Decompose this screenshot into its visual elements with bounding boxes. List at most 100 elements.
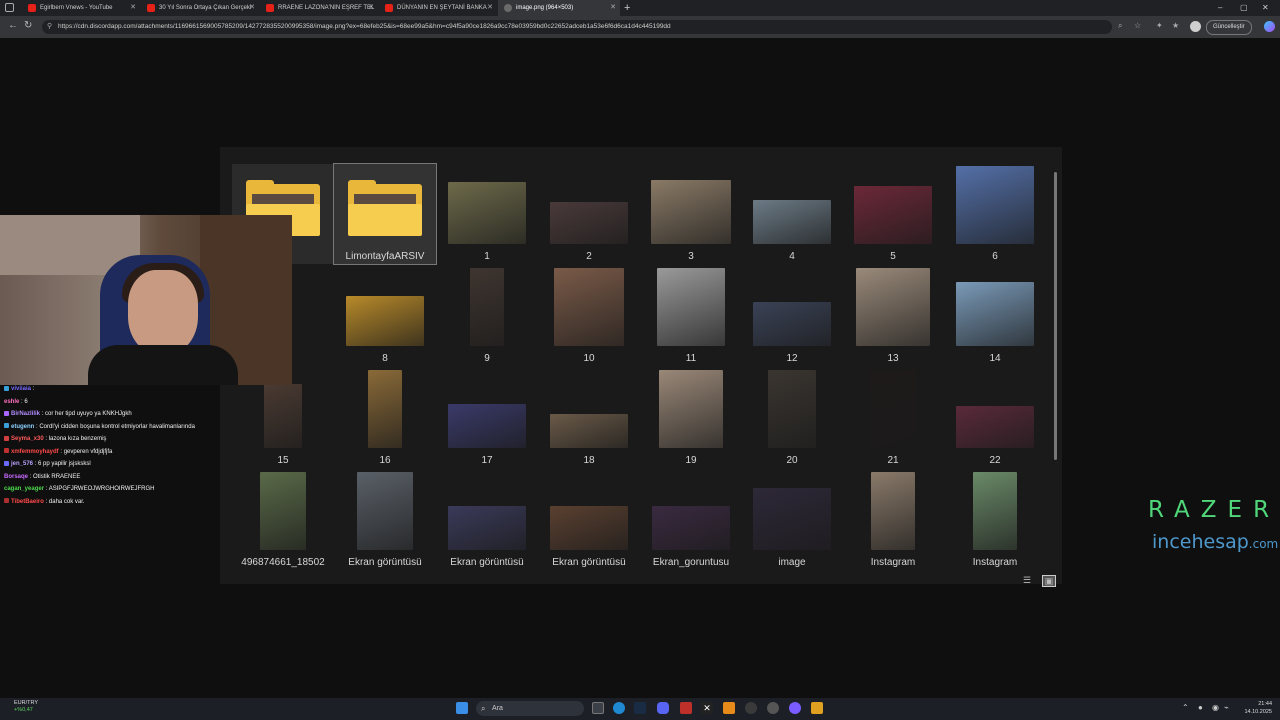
chat-username[interactable]: BirNazlilik — [11, 411, 40, 417]
app-icon[interactable] — [680, 702, 692, 714]
app-icon-4[interactable] — [811, 702, 823, 714]
back-arrow-icon[interactable]: ← — [8, 20, 18, 31]
vlc-icon[interactable] — [723, 702, 735, 714]
folder-tile-limontayfa[interactable]: LimontayfaARSİV — [333, 163, 437, 265]
file-thumbnail-tile[interactable]: Ekran görüntüsü — [436, 470, 538, 570]
tab-label: Egirlbern Vnews - YouTube — [40, 5, 113, 11]
search-placeholder: Ara — [492, 705, 503, 712]
close-tab-icon[interactable]: ✕ — [610, 0, 616, 16]
obs-icon[interactable] — [745, 702, 757, 714]
file-thumbnail-tile[interactable]: Ekran_goruntusu — [640, 470, 742, 570]
bookmark-star-icon[interactable]: ☆ — [1134, 21, 1141, 30]
steam-icon[interactable] — [634, 702, 646, 714]
task-view-icon[interactable] — [592, 702, 604, 714]
details-view-icon[interactable]: ☰ — [1021, 575, 1033, 585]
close-window-button[interactable]: ✕ — [1262, 0, 1269, 16]
chat-username[interactable]: cagan_yeager — [4, 486, 44, 492]
file-label: image — [778, 557, 806, 568]
chat-badge-icon — [4, 423, 9, 429]
file-thumbnail-tile[interactable]: 2 — [538, 164, 640, 264]
browser-tab-strip: Egirlbern Vnews - YouTube ✕ 30 Yıl Sonra… — [0, 0, 1280, 16]
copilot-icon[interactable] — [1264, 21, 1275, 32]
stock-ticker-widget[interactable]: EUR/TRY +%0,47 — [14, 700, 38, 714]
file-thumbnail-tile[interactable]: 12 — [741, 266, 843, 366]
thumbnail-view-icon[interactable]: ▣ — [1042, 575, 1056, 587]
url-bar[interactable]: ⚲ https://cdn.discordapp.com/attachments… — [42, 20, 1112, 34]
mic-icon[interactable]: ● — [1198, 703, 1203, 712]
file-thumbnail-tile[interactable]: 10 — [538, 266, 640, 366]
chat-username[interactable]: Seyma_x30 — [11, 436, 44, 442]
extensions-icon[interactable]: ✦ — [1156, 21, 1163, 30]
file-thumbnail-tile[interactable]: 496874661_18502 — [232, 470, 334, 570]
close-tab-icon[interactable]: ✕ — [368, 0, 374, 16]
file-thumbnail-tile[interactable]: 16 — [334, 368, 436, 468]
taskbar-search[interactable]: ⌕ Ara — [476, 701, 584, 716]
file-thumbnail-tile[interactable]: 3 — [640, 164, 742, 264]
image-thumbnail — [448, 182, 526, 244]
site-info-icon[interactable]: ⚲ — [47, 20, 52, 34]
file-thumbnail-tile[interactable]: 17 — [436, 368, 538, 468]
file-thumbnail-tile[interactable]: 6 — [944, 164, 1046, 264]
maximize-button[interactable]: ▢ — [1240, 0, 1248, 16]
app-icon-2[interactable] — [767, 702, 779, 714]
tab-image-active[interactable]: image.png (964×503) ✕ — [498, 0, 620, 16]
chat-badge-icon — [4, 410, 9, 416]
image-thumbnail — [657, 268, 725, 346]
file-thumbnail-tile[interactable]: 4 — [741, 164, 843, 264]
profile-avatar[interactable] — [1190, 21, 1201, 32]
file-thumbnail-tile[interactable]: Instagram — [944, 470, 1046, 570]
file-thumbnail-tile[interactable]: Ekran görüntüsü — [538, 470, 640, 570]
volume-icon[interactable]: ◉ — [1212, 703, 1219, 712]
tab-youtube-3[interactable]: RRAENE LAZONA'NIN EŞREF TEL ✕ — [260, 0, 378, 16]
system-clock[interactable]: 21:44 14.10.2025 — [1236, 700, 1272, 716]
close-tab-icon[interactable]: ✕ — [487, 0, 493, 16]
tray-chevron-icon[interactable]: ⌃ — [1182, 703, 1189, 712]
file-thumbnail-tile[interactable]: 14 — [944, 266, 1046, 366]
file-thumbnail-tile[interactable]: 18 — [538, 368, 640, 468]
edge-icon[interactable] — [613, 702, 625, 714]
file-thumbnail-tile[interactable]: Ekran görüntüsü — [334, 470, 436, 570]
image-thumbnail — [956, 166, 1034, 244]
minimize-button[interactable]: – — [1218, 0, 1222, 16]
chat-text: : Otistik RRAENEE — [29, 473, 81, 480]
new-tab-button[interactable]: + — [624, 0, 630, 16]
chat-username[interactable]: Borsaqe — [4, 474, 28, 480]
x-app-icon[interactable]: ✕ — [701, 702, 713, 714]
zoom-icon[interactable]: ⌕ — [1118, 21, 1122, 31]
start-windows-icon[interactable] — [456, 702, 468, 714]
file-thumbnail-tile[interactable]: 9 — [436, 266, 538, 366]
network-icon[interactable]: ⌁ — [1224, 703, 1229, 712]
file-thumbnail-tile[interactable]: image — [741, 470, 843, 570]
scrollbar[interactable] — [1054, 172, 1057, 460]
close-tab-icon[interactable]: ✕ — [249, 0, 255, 16]
file-thumbnail-tile[interactable]: 8 — [334, 266, 436, 366]
file-thumbnail-tile[interactable]: 5 — [842, 164, 944, 264]
image-thumbnail — [956, 406, 1034, 448]
chat-username[interactable]: xmfemmoyhaydf — [11, 449, 59, 455]
chat-username[interactable]: etugenn — [11, 424, 34, 430]
file-thumbnail-tile[interactable]: 19 — [640, 368, 742, 468]
file-thumbnail-tile[interactable]: 11 — [640, 266, 742, 366]
tab-youtube-1[interactable]: Egirlbern Vnews - YouTube ✕ — [22, 0, 140, 16]
file-thumbnail-tile[interactable]: 13 — [842, 266, 944, 366]
chat-username[interactable]: viviiaia — [11, 386, 31, 392]
reload-icon[interactable]: ↻ — [24, 20, 32, 31]
chat-username[interactable]: eshle — [4, 399, 19, 405]
tab-search-icon[interactable] — [5, 3, 14, 12]
file-thumbnail-tile[interactable]: 22 — [944, 368, 1046, 468]
file-thumbnail-tile[interactable]: 20 — [741, 368, 843, 468]
chat-username[interactable]: TibetBaeiro — [11, 499, 44, 505]
image-thumbnail — [659, 370, 723, 448]
tab-youtube-2[interactable]: 30 Yıl Sonra Ortaya Çıkan Gerçekl ✕ — [141, 0, 259, 16]
close-tab-icon[interactable]: ✕ — [130, 0, 136, 16]
tab-youtube-4[interactable]: DÜNYANIN EN ŞEYTANİ BANKA ✕ — [379, 0, 497, 16]
file-thumbnail-tile[interactable]: Instagram — [842, 470, 944, 570]
file-label: Ekran görüntüsü — [552, 557, 626, 568]
favorites-icon[interactable]: ★ — [1172, 21, 1179, 30]
chat-username[interactable]: jen_576 — [11, 461, 33, 467]
update-button[interactable]: Güncelleştir — [1206, 20, 1252, 35]
app-icon-3[interactable] — [789, 702, 801, 714]
file-thumbnail-tile[interactable]: 21 — [842, 368, 944, 468]
file-thumbnail-tile[interactable]: 1 — [436, 164, 538, 264]
discord-icon[interactable] — [657, 702, 669, 714]
